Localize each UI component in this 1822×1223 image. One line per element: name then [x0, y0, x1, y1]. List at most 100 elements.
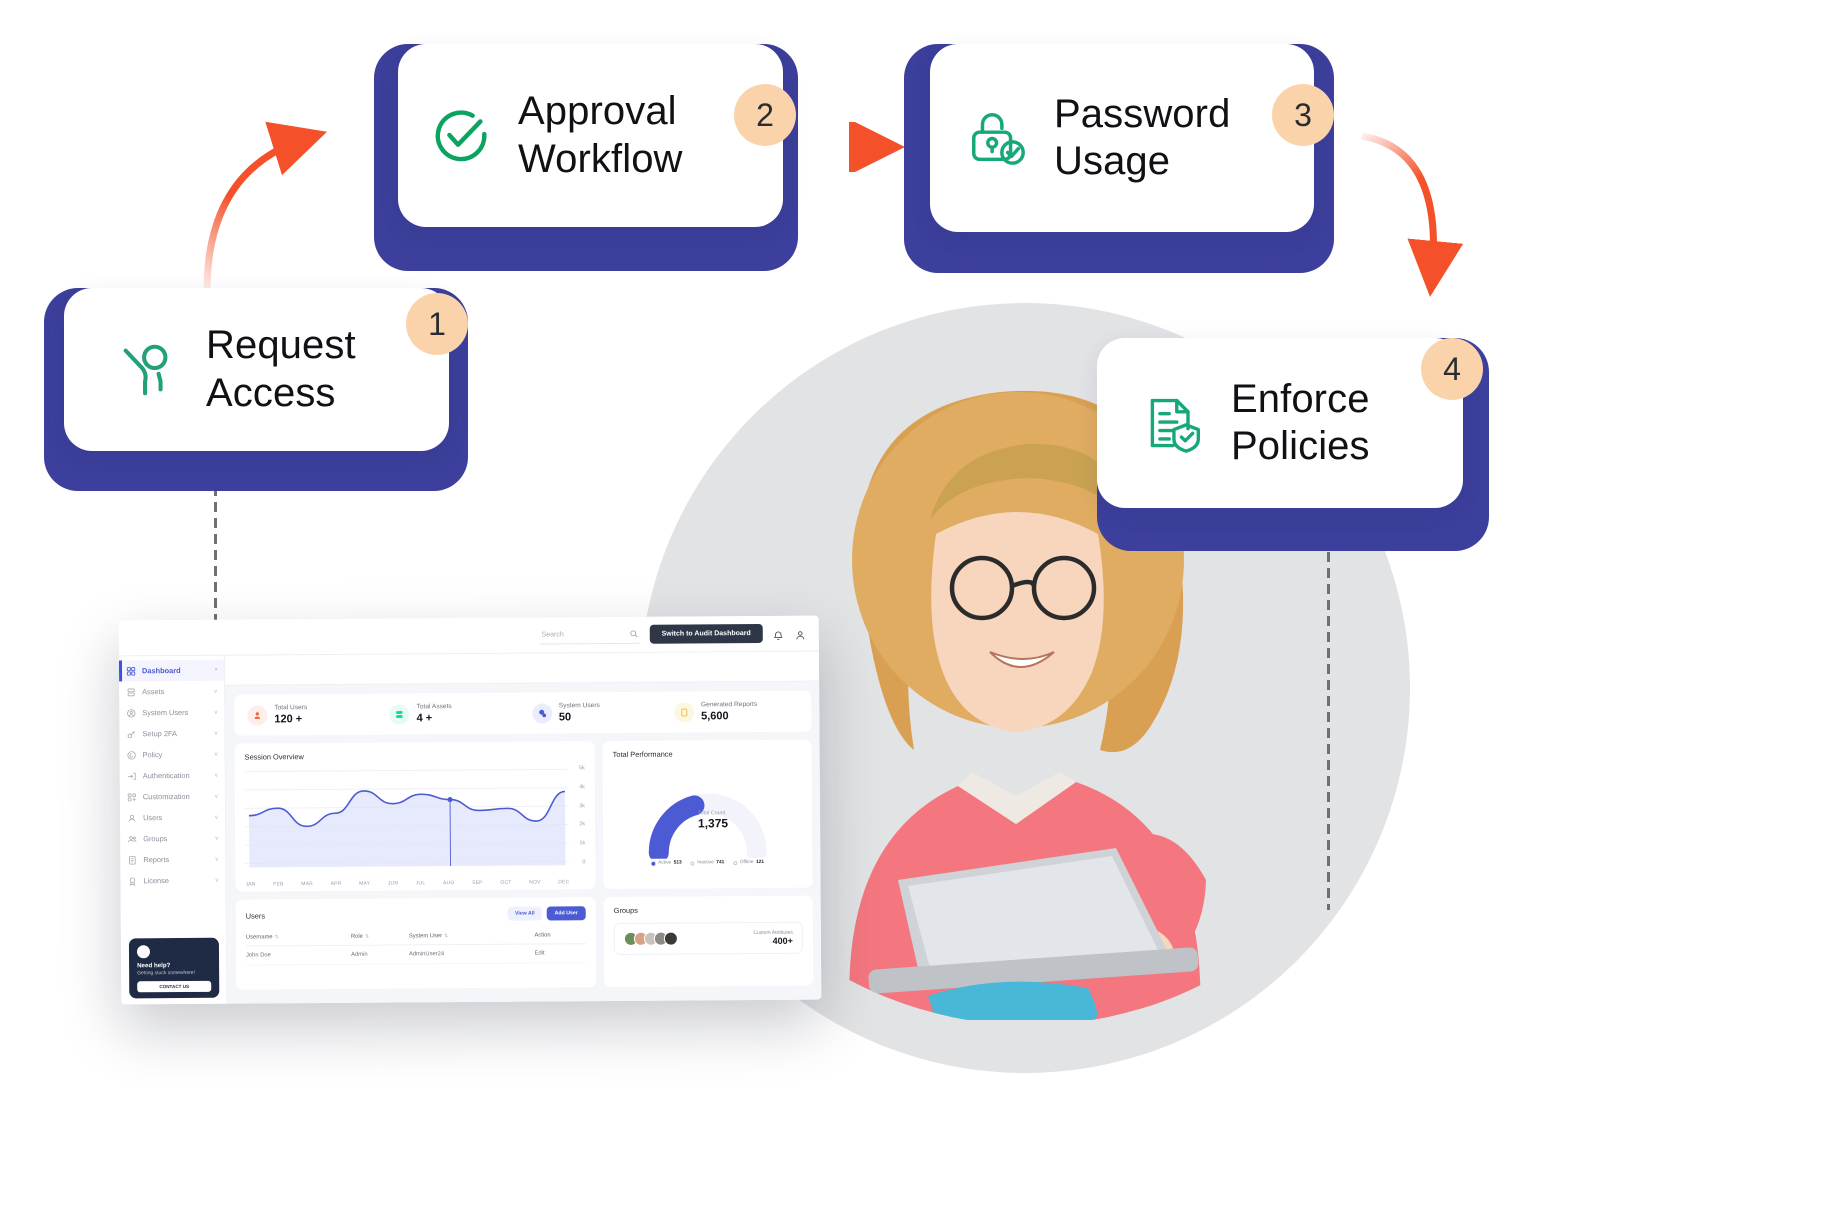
- legend-label: Offline: [739, 860, 754, 866]
- column-header-system-user[interactable]: System User ⇅: [408, 927, 535, 945]
- x-tick-label: NOV: [529, 879, 541, 886]
- step-card-password-usage[interactable]: Password Usage 3: [904, 44, 1334, 273]
- y-tick-label: 5k: [578, 765, 585, 772]
- step-card-request-access[interactable]: Request Access 1: [44, 288, 468, 491]
- x-tick-label: FEB: [273, 881, 284, 888]
- users-panel: Users View All Add User Username ⇅ Role ⇅ …: [235, 897, 597, 990]
- sidebar-item-label: Policy: [142, 750, 163, 760]
- users-table: Username ⇅ Role ⇅ System User ⇅ Action John…: [245, 927, 587, 966]
- panel-title: Session Overview: [244, 752, 304, 762]
- key-icon: [127, 730, 135, 738]
- user-avatar-icon[interactable]: [795, 627, 807, 639]
- legend-dot-icon: [690, 860, 695, 865]
- panel-title: Users: [245, 910, 266, 921]
- cell-username: John Doe: [245, 945, 352, 966]
- chevron-down-icon: v: [215, 814, 219, 821]
- area-chart-svg: [244, 768, 570, 868]
- step-badge-number: 3: [1272, 84, 1334, 146]
- edit-link[interactable]: Edit: [534, 943, 587, 964]
- sidebar-item-system-users[interactable]: System Users v: [119, 702, 224, 724]
- legend-item-active: Active 513: [651, 860, 682, 866]
- column-header-username[interactable]: Username ⇅: [245, 928, 352, 947]
- view-all-button[interactable]: View All: [508, 906, 542, 921]
- dashboard-topbar: Search Switch to Audit Dashboard: [118, 615, 819, 657]
- card-face: Password Usage: [930, 44, 1314, 232]
- stat-value: 50: [558, 711, 572, 724]
- table-row: John Doe Admin AdminUser24 Edit: [245, 943, 587, 966]
- panel-title: Groups: [613, 905, 638, 915]
- sidebar-item-badge: *: [215, 667, 218, 674]
- stat-value: 4 +: [416, 712, 433, 725]
- x-tick-label: JUL: [415, 880, 426, 887]
- groups-panel: Groups Custom Attributes 400+: [603, 895, 814, 988]
- y-tick-label: 4k: [579, 783, 585, 791]
- request-access-icon: [116, 339, 178, 401]
- sidebar-item-label: Authentication: [142, 770, 190, 781]
- grid-icon: [126, 666, 136, 676]
- avatar-stack: [623, 931, 678, 946]
- customize-icon: [127, 792, 137, 801]
- stat-generated-reports: Generated Reports 5,600: [665, 701, 807, 723]
- user-icon: [247, 704, 268, 726]
- check-circle-icon: [430, 105, 492, 167]
- sidebar-item-label: Dashboard: [141, 666, 181, 676]
- sidebar-item-setup-2fa[interactable]: Setup 2FA v: [119, 723, 224, 745]
- step-card-enforce-policies[interactable]: Enforce Policies 4: [1097, 338, 1489, 551]
- step-label: Request Access: [206, 323, 356, 415]
- stat-total-assets: Total Assets 4 +: [381, 703, 523, 725]
- users-panel-header: Users View All Add User: [246, 906, 586, 922]
- step-badge-number: 2: [734, 84, 796, 146]
- dashboard-main: Total Users 120 + Total Assets 4 + Syste…: [224, 651, 822, 1004]
- need-help-subtitle: Getting stuck somewhere!: [137, 969, 195, 977]
- sidebar-item-users[interactable]: Users v: [120, 807, 225, 829]
- dashboard-body: Dashboard * Assets v System Users v Setu…: [118, 651, 822, 1005]
- step-card-approval-workflow[interactable]: Approval Workflow 2: [374, 44, 798, 271]
- sidebar-item-policy[interactable]: Policy v: [120, 744, 225, 766]
- column-header-role[interactable]: Role ⇅: [350, 928, 409, 946]
- x-tick-label: JAN: [245, 881, 256, 888]
- chevron-down-icon: v: [214, 772, 218, 779]
- custom-attributes-value: 400+: [772, 935, 793, 946]
- legend-item-inactive: Inactive 741: [690, 860, 725, 866]
- search-icon: [630, 630, 638, 638]
- sidebar-item-assets[interactable]: Assets v: [119, 681, 224, 703]
- sidebar-item-license[interactable]: License v: [120, 870, 225, 892]
- switch-to-audit-dashboard-button[interactable]: Switch to Audit Dashboard: [649, 623, 763, 644]
- notification-bell-icon[interactable]: [773, 627, 785, 640]
- add-user-button[interactable]: Add User: [546, 906, 586, 921]
- gauge-center-text: Total Count 1,375: [698, 810, 728, 830]
- groups-summary-row: Custom Attributes 400+: [613, 921, 804, 955]
- sidebar-item-label: Reports: [143, 855, 170, 865]
- legend-label: Active: [658, 860, 672, 866]
- user-icon: [128, 814, 136, 822]
- sidebar-item-label: Groups: [143, 834, 168, 844]
- users-panel-actions: View All Add User: [508, 906, 586, 921]
- session-overview-panel: Session Overview 5k 4k 3k 2k 1k 0 JAN FE…: [234, 741, 596, 892]
- session-chart: 5k 4k 3k 2k 1k 0: [244, 765, 586, 879]
- chart-row: Session Overview 5k 4k 3k 2k 1k 0 JAN FE…: [234, 739, 813, 892]
- sidebar-item-groups[interactable]: Groups v: [120, 828, 225, 850]
- y-tick-label: 3k: [579, 802, 585, 809]
- y-tick-label: 0: [582, 859, 586, 866]
- contact-us-button[interactable]: CONTACT US: [137, 980, 212, 993]
- x-tick-label: AUG: [442, 880, 455, 887]
- sidebar-item-label: Customization: [142, 791, 190, 802]
- stat-label: Generated Reports: [700, 700, 758, 709]
- cell-role: Admin: [351, 944, 410, 965]
- sidebar-item-authentication[interactable]: Authentication v: [120, 765, 225, 787]
- x-tick-label: DEC: [558, 879, 570, 886]
- sidebar-item-customization[interactable]: Customization v: [120, 786, 225, 808]
- legend-dot-icon: [651, 861, 656, 866]
- sidebar-item-label: Setup 2FA: [142, 729, 178, 739]
- sidebar-item-reports[interactable]: Reports v: [120, 849, 225, 871]
- stat-system-users: System Users 50: [523, 702, 665, 724]
- stat-total-users: Total Users 120 +: [238, 704, 380, 726]
- step-label: Password Usage: [1054, 91, 1231, 183]
- flow-infographic: Request Access 1 Approval Workflow 2 Pas…: [0, 0, 1822, 1223]
- step-badge-number: 4: [1421, 338, 1483, 400]
- sidebar-item-dashboard[interactable]: Dashboard *: [118, 659, 225, 682]
- search-input[interactable]: Search: [539, 625, 640, 645]
- connector-line-left: [214, 470, 217, 640]
- total-performance-panel: Total Performance Total Count 1,375 Acti…: [602, 739, 813, 890]
- legend-value: 741: [716, 860, 725, 866]
